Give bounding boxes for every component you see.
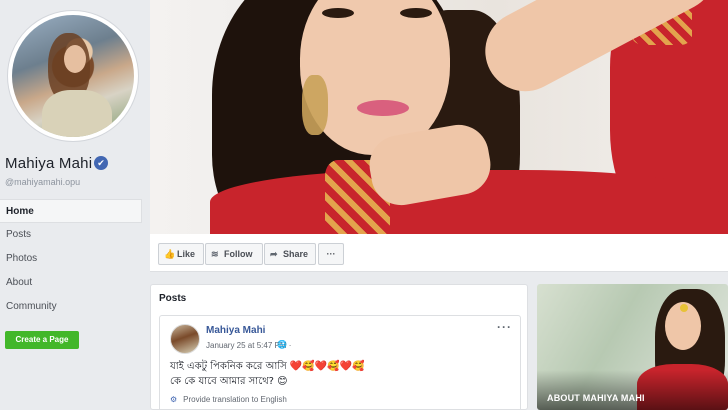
follow-label: Follow xyxy=(224,249,253,259)
avatar-dress xyxy=(42,90,112,137)
like-label: Like xyxy=(177,249,196,259)
more-options-button[interactable]: ··· xyxy=(318,243,344,265)
page-name[interactable]: Mahiya Mahi xyxy=(5,155,92,172)
cover-earring xyxy=(302,75,328,135)
about-card[interactable]: ABOUT MAHIYA MAHI xyxy=(537,284,728,410)
share-label: Share xyxy=(283,249,309,259)
about-photo-shade xyxy=(537,370,728,410)
translate-label: Provide translation to English xyxy=(183,395,287,404)
page-nav: Home Posts Photos About Community xyxy=(0,199,142,319)
facebook-page: Mahiya Mahi ✔ @mahiyamahi.opu Home Posts… xyxy=(0,0,728,410)
profile-picture[interactable] xyxy=(7,10,139,142)
sidebar-item-home[interactable]: Home xyxy=(0,199,142,223)
share-arrow-icon: ➦ xyxy=(270,249,278,259)
cover-lips xyxy=(357,100,409,116)
avatar-face xyxy=(64,45,86,73)
page-action-bar: 👍 Like ≋ Follow ➦ Share ··· xyxy=(150,234,728,272)
thumbs-up-icon: 👍 xyxy=(164,249,176,259)
left-sidebar: Mahiya Mahi ✔ @mahiyamahi.opu Home Posts… xyxy=(0,0,150,410)
share-button[interactable]: ➦ Share xyxy=(264,243,316,265)
rss-icon: ≋ xyxy=(211,249,219,259)
post-card: Mahiya Mahi January 25 at 5:47 PM · 🌐 ··… xyxy=(159,315,521,410)
post-text-line-1: যাই একটু পিকনিক করে আসি ❤️🥰❤️🥰❤️🥰 xyxy=(170,361,365,372)
posts-section: Posts Mahiya Mahi January 25 at 5:47 PM … xyxy=(150,284,528,410)
sidebar-item-about[interactable]: About xyxy=(0,271,142,295)
follow-button[interactable]: ≋ Follow xyxy=(205,243,263,265)
post-author-name[interactable]: Mahiya Mahi xyxy=(206,325,265,336)
post-text: যাই একটু পিকনিক করে আসি ❤️🥰❤️🥰❤️🥰 কে কে … xyxy=(170,359,510,389)
about-photo-flower xyxy=(680,304,688,312)
post-text-line-2: কে কে যাবে আমার সাথে? 😊 xyxy=(170,376,288,387)
globe-icon: 🌐 xyxy=(277,340,287,349)
post-author-avatar[interactable] xyxy=(170,324,200,354)
profile-photo xyxy=(12,15,134,137)
create-page-button[interactable]: Create a Page xyxy=(5,331,79,349)
cover-photo[interactable] xyxy=(150,0,728,234)
cover-eye-left xyxy=(322,8,354,18)
verified-badge-icon: ✔ xyxy=(94,156,108,170)
sidebar-item-photos[interactable]: Photos xyxy=(0,247,142,271)
about-label: ABOUT MAHIYA MAHI xyxy=(547,393,645,403)
translate-link[interactable]: ⚙ Provide translation to English xyxy=(170,395,287,404)
post-options-button[interactable]: ··· xyxy=(497,320,512,334)
gear-icon: ⚙ xyxy=(170,395,178,404)
sidebar-item-community[interactable]: Community xyxy=(0,295,142,319)
sidebar-item-posts[interactable]: Posts xyxy=(0,223,142,247)
cover-eye-right xyxy=(400,8,432,18)
posts-heading: Posts xyxy=(159,293,187,304)
like-button[interactable]: 👍 Like xyxy=(158,243,204,265)
page-username[interactable]: @mahiyamahi.opu xyxy=(5,177,80,187)
